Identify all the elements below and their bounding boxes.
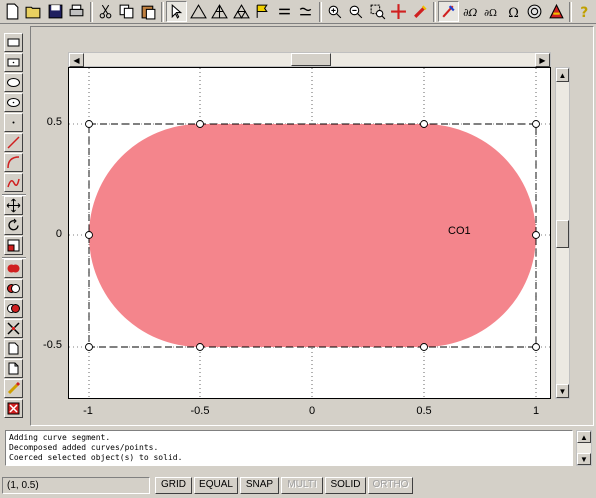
command-log: Adding curve segment. Decomposed added c… — [5, 430, 573, 466]
delta-omega-icon[interactable]: ∂Ω — [481, 1, 502, 22]
union-icon[interactable] — [4, 259, 23, 278]
scroll-right-icon[interactable]: ▶ — [535, 53, 550, 67]
approx-equal-icon[interactable] — [295, 1, 316, 22]
multi-toggle: MULTI — [281, 477, 323, 494]
status-bar: (1, 0.5) GRID EQUAL SNAP MULTI SOLID ORT… — [0, 474, 596, 498]
copy-icon[interactable] — [116, 1, 137, 22]
zoom-window-icon[interactable] — [367, 1, 388, 22]
save-icon[interactable] — [45, 1, 66, 22]
intersection-icon[interactable] — [4, 299, 23, 318]
scroll-left-icon[interactable]: ◀ — [69, 53, 84, 67]
circle-icon[interactable] — [524, 1, 545, 22]
triangle-icon[interactable] — [188, 1, 209, 22]
toolbar-separator — [161, 1, 165, 22]
scroll-up-icon[interactable]: ▲ — [556, 68, 569, 82]
x-tick-label: 0.5 — [416, 405, 432, 417]
vertical-scroll-thumb[interactable] — [556, 220, 569, 248]
scroll-down-icon[interactable]: ▼ — [556, 384, 569, 398]
svg-text:Ω: Ω — [508, 6, 519, 20]
rocket-icon[interactable] — [410, 1, 431, 22]
toolbar-separator — [90, 1, 93, 22]
help-icon[interactable]: ? — [574, 1, 595, 22]
y-tick-label: 0.5 — [46, 116, 62, 128]
horizontal-scroll-thumb[interactable] — [291, 53, 331, 66]
toolbar-separator — [569, 1, 573, 22]
probe-icon[interactable] — [438, 1, 459, 22]
vertical-scrollbar[interactable]: ▲ ▼ — [555, 67, 570, 399]
horizontal-scrollbar[interactable]: ◀ ▶ — [68, 52, 551, 67]
line-icon[interactable] — [4, 133, 23, 152]
curve-icon[interactable] — [4, 173, 23, 192]
paste-icon[interactable] — [138, 1, 159, 22]
zoom-out-icon[interactable] — [345, 1, 366, 22]
draw-toolbar — [0, 30, 28, 420]
centered-rectangle-icon[interactable] — [4, 53, 23, 72]
point-icon[interactable] — [4, 113, 23, 132]
grid-toggle[interactable]: GRID — [155, 477, 192, 494]
svg-text:∂Ω: ∂Ω — [463, 6, 477, 19]
flag-icon[interactable] — [252, 1, 273, 22]
print-icon[interactable] — [67, 1, 88, 22]
triangle-refine-icon[interactable] — [231, 1, 252, 22]
pencil-icon[interactable] — [4, 379, 23, 398]
ellipse-icon[interactable] — [4, 73, 23, 92]
centered-ellipse-icon[interactable] — [4, 93, 23, 112]
scroll-up-icon[interactable]: ▲ — [577, 431, 591, 443]
svg-text:?: ? — [580, 5, 588, 20]
x-tick-label: 1 — [532, 405, 540, 417]
omega-icon[interactable]: Ω — [503, 1, 524, 22]
delete-icon[interactable] — [4, 399, 23, 418]
toolbar-separator — [433, 1, 437, 22]
page-icon[interactable] — [4, 339, 23, 358]
log-line: Decomposed added curves/points. — [9, 443, 159, 452]
solid-toggle[interactable]: SOLID — [325, 477, 366, 494]
select-icon[interactable] — [166, 1, 187, 22]
object-label: CO1 — [448, 225, 471, 237]
split-icon[interactable] — [4, 319, 23, 338]
zoom-in-icon[interactable] — [324, 1, 345, 22]
difference-icon[interactable] — [4, 279, 23, 298]
equal-toggle[interactable]: EQUAL — [194, 477, 238, 494]
rectangle-icon[interactable] — [4, 33, 23, 52]
x-tick-label: 0 — [308, 405, 316, 417]
y-tick-label: -0.5 — [43, 339, 62, 351]
x-tick-label: -0.5 — [190, 405, 210, 417]
drawing-canvas[interactable]: CO1 — [68, 67, 551, 399]
triangle-flag-icon[interactable] — [546, 1, 567, 22]
arc-icon[interactable] — [4, 153, 23, 172]
cross-arrows-icon[interactable] — [388, 1, 409, 22]
rotate-icon[interactable] — [4, 216, 23, 235]
main-toolbar: ∂Ω ∂Ω Ω ? — [0, 0, 596, 24]
log-line: Coerced selected object(s) to solid. — [9, 453, 183, 462]
cut-icon[interactable] — [95, 1, 116, 22]
scroll-down-icon[interactable]: ▼ — [577, 453, 591, 465]
x-tick-label: -1 — [83, 405, 93, 417]
snap-toggle[interactable]: SNAP — [240, 477, 279, 494]
svg-text:∂Ω: ∂Ω — [484, 8, 497, 19]
new-icon[interactable] — [2, 1, 23, 22]
move-icon[interactable] — [4, 196, 23, 215]
coordinate-readout: (1, 0.5) — [2, 477, 150, 494]
equals-icon[interactable] — [274, 1, 295, 22]
open-icon[interactable] — [24, 1, 45, 22]
y-tick-label: 0 — [55, 228, 62, 240]
log-line: Adding curve segment. — [9, 433, 111, 442]
ortho-toggle: ORTHO — [368, 477, 413, 494]
toolbar-separator — [318, 1, 322, 22]
log-scrollbar[interactable]: ▲ ▼ — [576, 430, 592, 466]
triangle-nodes-icon[interactable] — [209, 1, 230, 22]
scale-icon[interactable] — [4, 236, 23, 255]
page-folded-icon[interactable] — [4, 359, 23, 378]
pde-icon[interactable]: ∂Ω — [460, 1, 481, 22]
